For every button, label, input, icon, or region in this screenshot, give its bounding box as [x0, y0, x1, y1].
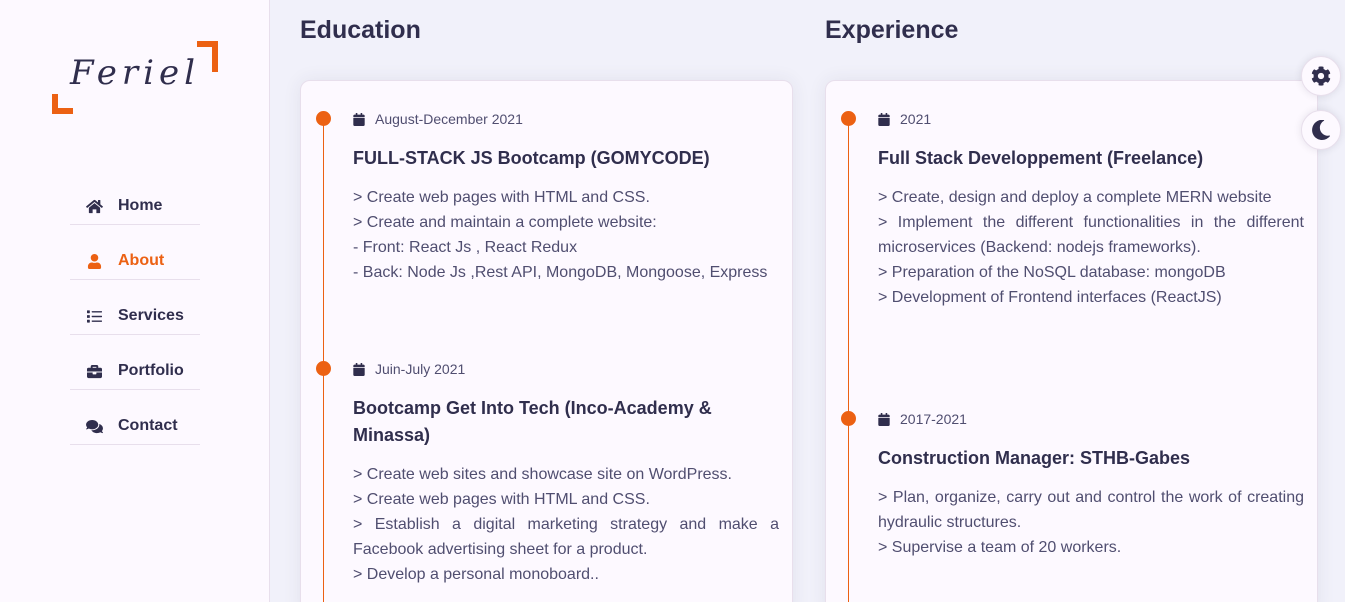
description-line: > Plan, organize, carry out and control …	[878, 489, 1304, 531]
timeline-line	[848, 117, 849, 602]
timeline-line	[323, 117, 324, 602]
description-line: > Develop a personal monoboard..	[353, 566, 599, 583]
description-line: - Front: React Js , React Redux	[353, 239, 578, 256]
nav-item-services[interactable]: Services	[70, 298, 200, 335]
timeline-date: 2021	[878, 111, 931, 127]
timeline-title: FULL-STACK JS Bootcamp (GOMYCODE)	[353, 148, 710, 168]
description-line: > Create web sites and showcase site on …	[353, 466, 732, 483]
timeline-date: 2017-2021	[878, 411, 967, 427]
timeline-dot	[316, 361, 331, 376]
timeline-date-text: 2017-2021	[900, 411, 967, 427]
timeline-description: > Create web pages with HTML and CSS. > …	[353, 185, 779, 285]
description-line: > Create web pages with HTML and CSS.	[353, 491, 650, 508]
logo-corner-top-right	[197, 41, 218, 72]
timeline-date-text: 2021	[900, 111, 932, 127]
description-line: > Establish a digital marketing strategy…	[353, 516, 779, 558]
description-line: > Create web pages with HTML and CSS.	[353, 189, 650, 206]
description-line: > Implement the different functionalitie…	[878, 214, 1304, 256]
experience-heading: Experience	[825, 16, 959, 44]
sidebar: Feriel Home About Services Portfolio Con…	[0, 0, 270, 602]
timeline-dot	[841, 411, 856, 426]
timeline-description: > Create web sites and showcase site on …	[353, 462, 779, 587]
nav-item-home[interactable]: Home	[70, 188, 200, 225]
user-icon	[84, 253, 104, 269]
nav-label-portfolio: Portfolio	[118, 362, 184, 379]
description-line: > Development of Frontend interfaces (Re…	[878, 289, 1222, 306]
calendar-icon	[878, 112, 890, 126]
description-line: > Supervise a team of 20 workers.	[878, 539, 1122, 556]
timeline-title: Bootcamp Get Into Tech (Inco-Academy & M…	[353, 398, 712, 445]
comments-icon	[84, 418, 104, 434]
nav-label-about: About	[118, 252, 165, 269]
day-night-toggle[interactable]	[1301, 110, 1341, 150]
description-line: > Create and maintain a complete website…	[353, 214, 657, 231]
list-icon	[84, 308, 104, 324]
timeline-title: Full Stack Developpement (Freelance)	[878, 148, 1204, 168]
timeline-date-text: Juin-July 2021	[375, 361, 466, 377]
nav-item-about[interactable]: About	[70, 243, 200, 280]
style-switcher-toggle[interactable]	[1301, 56, 1341, 96]
education-heading: Education	[300, 16, 421, 44]
timeline-date: August-December 2021	[353, 111, 523, 127]
description-line: > Create, design and deploy a complete M…	[878, 189, 1272, 206]
gear-icon	[1311, 66, 1331, 86]
description-line: - Back: Node Js ,Rest API, MongoDB, Mong…	[353, 264, 768, 281]
main-nav: Home About Services Portfolio Contact	[70, 188, 200, 463]
timeline-dot	[316, 111, 331, 126]
timeline-title: Construction Manager: STHB-Gabes	[878, 448, 1191, 468]
calendar-icon	[353, 112, 365, 126]
moon-icon	[1312, 120, 1330, 140]
nav-label-services: Services	[118, 307, 184, 324]
timeline-description: > Plan, organize, carry out and control …	[878, 485, 1304, 560]
nav-item-portfolio[interactable]: Portfolio	[70, 353, 200, 390]
description-line: > Preparation of the NoSQL database: mon…	[878, 264, 1226, 281]
timeline-dot	[841, 111, 856, 126]
calendar-icon	[878, 412, 890, 426]
education-timeline-card: August-December 2021 FULL-STACK JS Bootc…	[300, 80, 793, 602]
logo-corner-bottom-left	[52, 94, 73, 114]
experience-timeline-card: 2021 Full Stack Developpement (Freelance…	[825, 80, 1318, 602]
nav-label-contact: Contact	[118, 417, 178, 434]
logo-text: Feriel	[70, 53, 200, 93]
logo[interactable]: Feriel	[52, 41, 218, 114]
home-icon	[84, 198, 104, 214]
nav-label-home: Home	[118, 197, 163, 214]
nav-item-contact[interactable]: Contact	[70, 408, 200, 445]
briefcase-icon	[84, 363, 104, 379]
timeline-date: Juin-July 2021	[353, 361, 465, 377]
calendar-icon	[353, 362, 365, 376]
timeline-description: > Create, design and deploy a complete M…	[878, 185, 1304, 310]
timeline-date-text: August-December 2021	[375, 111, 523, 127]
